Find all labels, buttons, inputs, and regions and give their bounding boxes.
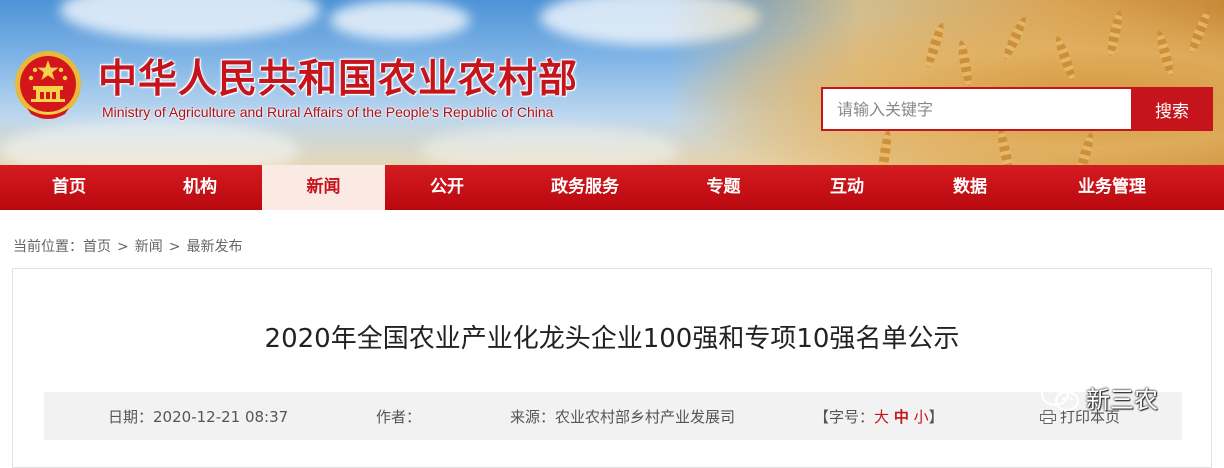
search-input[interactable] [821, 87, 1131, 131]
font-size-open: 【字号： [814, 408, 875, 426]
nav-item-business-management[interactable]: 业务管理 [1032, 165, 1192, 210]
article-title: 2020年全国农业产业化龙头企业100强和专项10强名单公示 [264, 324, 960, 354]
source-value: 农业农村部乡村产业发展司 [555, 408, 736, 426]
nav-item-government-services[interactable]: 政务服务 [509, 165, 661, 210]
nav-item-organization[interactable]: 机构 [138, 165, 262, 210]
nav-item-news[interactable]: 新闻 [262, 165, 385, 210]
breadcrumb-separator: > [117, 239, 129, 255]
main-nav: 首页 机构 新闻 公开 政务服务 专题 互动 数据 业务管理 [0, 165, 1224, 210]
watermark-text: 新三农 [1086, 385, 1158, 414]
font-size-large-button[interactable]: 大 [874, 408, 889, 426]
font-size-control: 【字号：大 中 小】 [814, 406, 944, 427]
font-size-close: 】 [928, 408, 944, 426]
source-label: 来源： [510, 408, 556, 426]
date-value: 2020-12-21 08:37 [153, 408, 289, 426]
search-button[interactable]: 搜索 [1131, 87, 1213, 131]
article-meta-bar: 日期：2020-12-21 08:37 作者： 来源：农业农村部乡村产业发展司 … [44, 392, 1182, 440]
breadcrumb-prefix: 当前位置： [13, 239, 83, 255]
wechat-icon [1040, 381, 1080, 412]
nav-item-topics[interactable]: 专题 [661, 165, 786, 210]
breadcrumb-news[interactable]: 新闻 [135, 239, 163, 255]
breadcrumb-separator: > [168, 239, 181, 255]
site-subtitle-en: Ministry of Agriculture and Rural Affair… [102, 104, 554, 120]
date-label: 日期： [108, 408, 154, 426]
font-size-small-button[interactable]: 小 [914, 408, 929, 426]
author-label: 作者： [376, 408, 422, 426]
site-title[interactable]: 中华人民共和国农业农村部 [98, 48, 578, 104]
nav-item-interaction[interactable]: 互动 [786, 165, 908, 210]
author-info: 作者： [376, 406, 421, 427]
wheat-field-image [664, 0, 1224, 165]
nav-item-data[interactable]: 数据 [908, 165, 1032, 210]
source-info: 来源：农业农村部乡村产业发展司 [510, 406, 735, 427]
breadcrumb: 当前位置：首页 > 新闻 > 最新发布 [13, 236, 242, 256]
font-size-medium-button[interactable]: 中 [894, 408, 909, 426]
nav-item-public[interactable]: 公开 [385, 165, 509, 210]
national-emblem-icon[interactable] [13, 48, 83, 122]
header-banner: 中华人民共和国农业农村部 Ministry of Agriculture and… [0, 0, 1224, 165]
watermark-overlay: 新三农 [1040, 372, 1200, 422]
breadcrumb-home[interactable]: 首页 [83, 239, 111, 255]
breadcrumb-latest[interactable]: 最新发布 [186, 239, 242, 255]
nav-item-home[interactable]: 首页 [0, 165, 138, 210]
date-info: 日期：2020-12-21 08:37 [108, 406, 288, 427]
